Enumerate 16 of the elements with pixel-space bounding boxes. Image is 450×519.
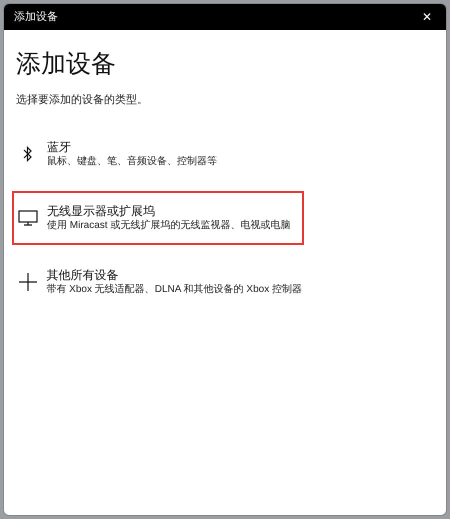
- bluetooth-icon: [23, 146, 33, 162]
- option-description: 使用 Miracast 或无线扩展坞的无线监视器、电视或电脑: [47, 218, 290, 232]
- option-title: 蓝牙: [47, 138, 72, 154]
- option-description: 鼠标、键盘、笔、音频设备、控制器等: [47, 154, 217, 168]
- option-title: 其他所有设备: [46, 266, 120, 282]
- window-title: 添加设备: [14, 10, 58, 25]
- dialog-heading: 添加设备: [16, 52, 117, 77]
- device-type-option[interactable]: 蓝牙 鼠标、键盘、笔、音频设备、控制器等: [12, 126, 304, 180]
- device-type-option[interactable]: 其他所有设备 带有 Xbox 无线适配器、DLNA 和其他设备的 Xbox 控制器: [12, 254, 304, 308]
- dialog-subtitle: 选择要添加的设备的类型。: [16, 93, 149, 108]
- option-title: 无线显示器或扩展坞: [47, 202, 156, 218]
- plus-icon: [18, 272, 37, 290]
- monitor-icon: [18, 210, 38, 226]
- device-type-option[interactable]: 无线显示器或扩展坞 使用 Miracast 或无线扩展坞的无线监视器、电视或电脑: [12, 190, 304, 244]
- option-description: 带有 Xbox 无线适配器、DLNA 和其他设备的 Xbox 控制器: [46, 282, 302, 296]
- close-button[interactable]: ✕: [418, 11, 436, 23]
